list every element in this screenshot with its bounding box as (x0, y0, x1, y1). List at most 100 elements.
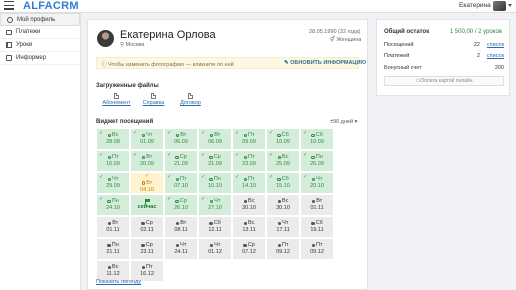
visit-cell[interactable]: Сб 12.11 (199, 217, 231, 237)
visit-cell[interactable]: Вс 13.11 (233, 217, 265, 237)
payments-list-link[interactable]: список (487, 53, 504, 59)
visit-day: Пт (243, 176, 254, 183)
visit-cell[interactable]: ✓ Ср 26.10 (165, 195, 197, 215)
visit-cell[interactable]: Чт 24.11 (165, 239, 197, 259)
visit-cell[interactable]: ✓ Сб 10.09 (301, 129, 333, 149)
visit-cell[interactable]: ✓ Пт 23.09 (233, 151, 265, 171)
visit-day: Вс (107, 264, 118, 271)
visit-cell[interactable]: ✓ Вс 28.08 (97, 129, 129, 149)
visit-weekday: Ср (179, 154, 187, 160)
user-icon (141, 243, 145, 248)
user-icon (209, 155, 213, 160)
visit-day: Сб (277, 176, 289, 183)
visit-weekday: Вт (180, 132, 187, 138)
visit-cell[interactable]: ✓ Пн 24.10 (97, 195, 129, 215)
visit-day: Чт (141, 132, 152, 139)
user-icon (311, 155, 315, 160)
check-icon: ✓ (303, 130, 308, 136)
update-info-button[interactable]: ✎ ОБНОВИТЬ ИНФОРМАЦИЮ (284, 60, 366, 66)
visit-cell[interactable]: Чт 17.11 (267, 217, 299, 237)
visit-weekday: Ср (179, 198, 187, 204)
visit-day: Ср (175, 154, 187, 161)
avatar[interactable] (493, 1, 506, 11)
visit-cell[interactable]: ✓ Ср 21.09 (199, 151, 231, 171)
pay-online-button[interactable]: ▭ Оплата картой онлайн (384, 76, 504, 86)
file-item[interactable]: Договор (172, 93, 209, 106)
visit-cell[interactable]: Пт 09.12 (267, 239, 299, 259)
visit-cell[interactable]: ✓ Вс 25.09 (267, 151, 299, 171)
profile-birthday: 28.05.1990 (32 года) (309, 29, 361, 35)
check-icon: ✓ (133, 152, 138, 158)
visit-cell[interactable]: Ср 23.11 (131, 239, 163, 259)
sidebar-item-payments[interactable]: Платежи (0, 26, 80, 39)
profile-photo[interactable] (97, 30, 114, 47)
visit-cell[interactable]: ✓ Пт 16.09 (97, 151, 129, 171)
visit-cell[interactable]: Вт 08.11 (165, 217, 197, 237)
visit-cell[interactable]: ✓ Вт 06.09 (165, 129, 197, 149)
visit-cell[interactable]: ✓ Чт 27.10 (199, 195, 231, 215)
widget-title: Виджет посещений (96, 119, 154, 125)
user-icon (311, 133, 315, 138)
visit-date: 29.09 (106, 183, 120, 189)
visit-cell[interactable]: ✓ Вт 04.10 (131, 173, 163, 193)
visits-count: 22 (473, 42, 480, 48)
sidebar-item-informer[interactable]: Информер (0, 52, 80, 65)
visit-cell[interactable]: сейчас (131, 195, 163, 215)
sidebar-item-lessons[interactable]: Уроки (0, 39, 80, 52)
visit-date: 10.09 (276, 139, 290, 145)
top-bar: ALFACRM Екатерина (0, 0, 516, 13)
file-item[interactable]: Абонемент (98, 93, 135, 106)
visit-cell[interactable]: ✓ Пт 09.09 (233, 129, 265, 149)
visit-cell[interactable]: ✓ Пт 07.10 (165, 173, 197, 193)
show-legend-link[interactable]: Показать легенду (96, 279, 141, 285)
visit-cell[interactable]: ✓ Вт 20.09 (131, 151, 163, 171)
visit-day: Вт (141, 180, 152, 187)
visit-date: 07.12 (242, 249, 256, 255)
visit-cell[interactable]: Пн 21.11 (97, 239, 129, 259)
range-select[interactable]: ±90 дней ▾ (330, 119, 357, 125)
check-icon: ✓ (303, 174, 308, 180)
visit-weekday: Вс (282, 154, 289, 160)
visit-cell[interactable]: ✓ Ср 21.09 (165, 151, 197, 171)
visit-cell[interactable]: ✓ Чт 01.09 (131, 129, 163, 149)
visit-cell[interactable]: Ср 02.11 (131, 217, 163, 237)
sidebar-item-label: Информер (16, 55, 47, 61)
file-item[interactable]: Справка (135, 93, 172, 106)
visit-cell[interactable]: Вс 11.12 (97, 261, 129, 281)
user-icon (107, 265, 112, 270)
visit-cell[interactable]: ✓ Сб 15.10 (267, 173, 299, 193)
visit-cell[interactable]: Вт 01.11 (97, 217, 129, 237)
visit-date: 16.12 (140, 271, 154, 277)
visit-cell[interactable]: Пт 16.12 (131, 261, 163, 281)
visit-day: Ср (175, 198, 187, 205)
visit-cell[interactable]: Вс 30.10 (233, 195, 265, 215)
sidebar-item-profile[interactable]: Мой профиль (0, 13, 80, 26)
visit-day: Вс (243, 220, 254, 227)
visit-cell[interactable]: Чт 01.12 (199, 239, 231, 259)
profile-panel: Екатерина Орлова ⚲ Москва 28.05.1990 (32… (87, 19, 368, 290)
menu-icon[interactable] (4, 1, 14, 10)
visit-date: 01.09 (140, 139, 154, 145)
user-name[interactable]: Екатерина (459, 1, 491, 10)
visit-day: Вс (277, 198, 288, 205)
logo[interactable]: ALFACRM (23, 0, 79, 12)
visit-cell[interactable]: ✓ Пн 10.10 (199, 173, 231, 193)
visit-cell[interactable]: ✓ Сб 10.09 (267, 129, 299, 149)
chevron-down-icon[interactable] (508, 4, 512, 7)
visit-cell[interactable]: ✓ Пн 26.09 (301, 151, 333, 171)
visit-weekday: Пт (248, 132, 255, 138)
visit-cell[interactable]: ✓ Чт 20.10 (301, 173, 333, 193)
visit-cell[interactable]: ✓ Вт 06.09 (199, 129, 231, 149)
visit-cell[interactable]: Вт 01.11 (301, 195, 333, 215)
visit-cell[interactable]: Пт 09.12 (301, 239, 333, 259)
update-info-label: ОБНОВИТЬ ИНФОРМАЦИЮ (290, 60, 367, 66)
alert-message: ⓘ Чтобы изменить фотографию — кликните п… (101, 62, 234, 68)
visit-day: Ср (243, 242, 255, 249)
visit-cell[interactable]: ✓ Чт 29.09 (97, 173, 129, 193)
visit-cell[interactable]: Сб 19.11 (301, 217, 333, 237)
visit-day: Пт (311, 242, 322, 249)
visit-cell[interactable]: Вс 30.10 (267, 195, 299, 215)
visits-list-link[interactable]: список (487, 42, 504, 48)
visit-cell[interactable]: ✓ Пт 14.10 (233, 173, 265, 193)
visit-cell[interactable]: Ср 07.12 (233, 239, 265, 259)
